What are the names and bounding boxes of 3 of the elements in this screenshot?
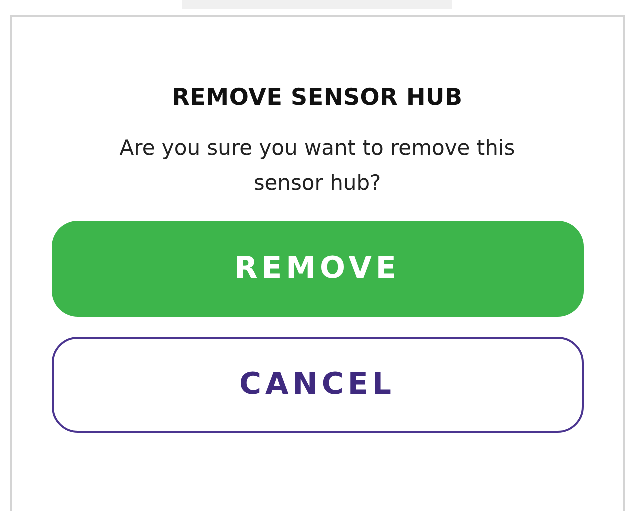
dialog-message: Are you sure you want to remove this sensor hub?	[118, 134, 516, 197]
cancel-button[interactable]: CANCEL	[52, 336, 584, 433]
dialog-title: REMOVE SENSOR HUB	[171, 85, 464, 113]
